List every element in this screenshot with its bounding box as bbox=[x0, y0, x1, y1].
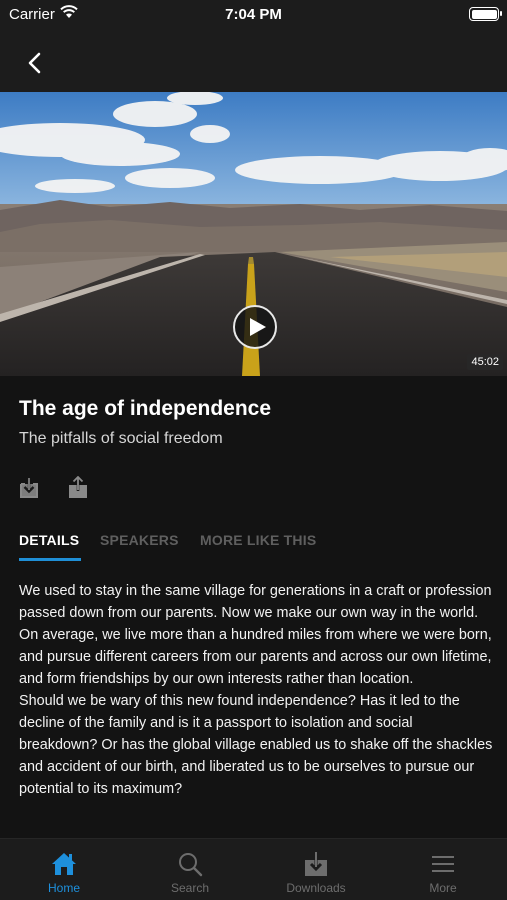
downloads-icon bbox=[305, 852, 327, 876]
tab-speakers[interactable]: SPEAKERS bbox=[100, 532, 179, 548]
bottom-tab-bar: Home Search Downloads More bbox=[0, 838, 507, 900]
tab-bar-more[interactable]: More bbox=[380, 839, 506, 900]
tab-bar-label: More bbox=[429, 881, 457, 895]
status-bar: Carrier 7:04 PM bbox=[0, 0, 507, 30]
download-icon bbox=[20, 478, 38, 498]
play-button[interactable] bbox=[233, 305, 277, 349]
tab-more-like-this[interactable]: MORE LIKE THIS bbox=[200, 532, 316, 548]
navigation-bar bbox=[0, 30, 507, 92]
tab-bar-label: Search bbox=[170, 881, 210, 895]
back-button[interactable] bbox=[20, 48, 50, 78]
episode-subtitle: The pitfalls of social freedom bbox=[19, 430, 223, 447]
share-button[interactable] bbox=[66, 475, 90, 500]
tab-bar-search[interactable]: Search bbox=[127, 839, 253, 900]
tab-bar-label: Downloads bbox=[286, 881, 346, 895]
menu-icon bbox=[432, 856, 454, 872]
tab-bar-label: Home bbox=[47, 881, 80, 895]
tab-bar-home[interactable]: Home bbox=[1, 839, 127, 900]
episode-title: The age of independence bbox=[19, 397, 272, 420]
chevron-left-icon bbox=[28, 52, 41, 74]
video-duration: 45:02 bbox=[467, 354, 503, 370]
share-icon bbox=[69, 475, 87, 498]
download-button[interactable] bbox=[17, 476, 41, 500]
details-paragraph: Should we be wary of this new found inde… bbox=[19, 693, 493, 797]
tab-details[interactable]: DETAILS bbox=[19, 532, 79, 548]
status-time: 7:04 PM bbox=[225, 6, 282, 23]
home-icon bbox=[52, 853, 76, 875]
search-icon bbox=[179, 853, 203, 877]
details-description: We used to stay in the same village for … bbox=[19, 580, 494, 800]
details-paragraph: We used to stay in the same village for … bbox=[19, 583, 492, 687]
video-player[interactable] bbox=[0, 92, 507, 376]
battery-icon bbox=[469, 7, 502, 21]
tab-bar-downloads[interactable]: Downloads bbox=[253, 839, 379, 900]
active-tab-indicator bbox=[19, 558, 81, 561]
